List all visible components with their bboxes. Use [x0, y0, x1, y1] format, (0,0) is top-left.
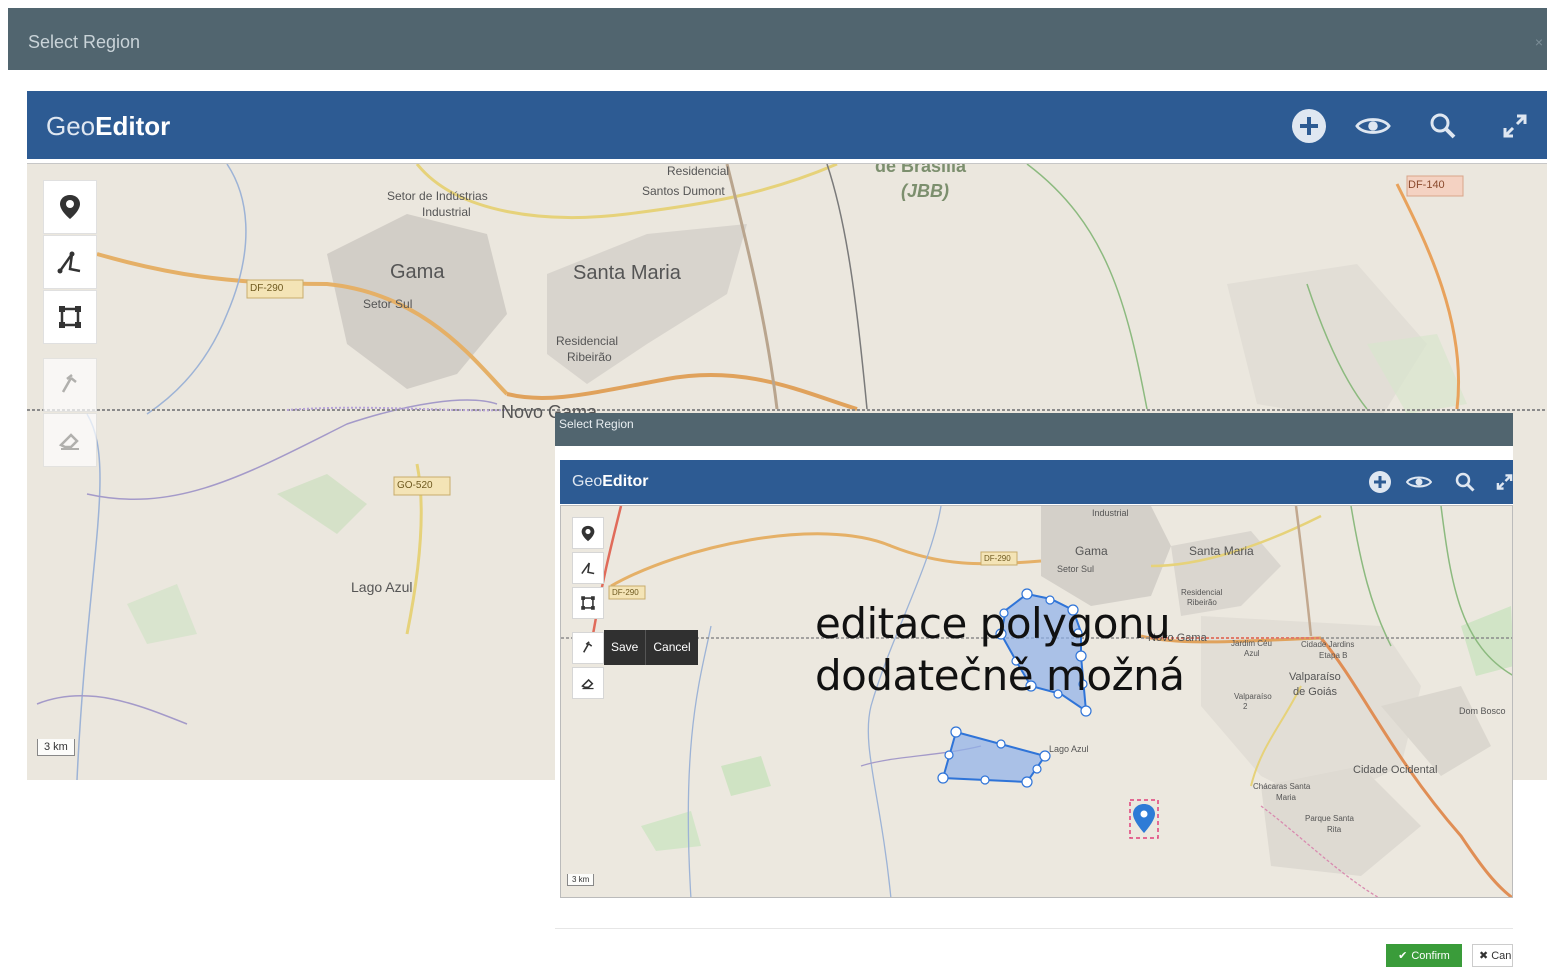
rectangle-icon — [59, 306, 81, 328]
fullscreen-icon[interactable] — [1496, 469, 1513, 495]
polyline-tool-button[interactable] — [43, 235, 97, 289]
map-label-cidade-ocidental: Cidade Ocidental — [1353, 764, 1438, 776]
map-label-rita: Rita — [1327, 825, 1342, 834]
foreground-geoeditor-header: GeoEditor — [560, 460, 1513, 504]
confirm-label: Confirm — [1411, 949, 1450, 962]
annotation-overlay: editace polygonu dodatečně možná — [815, 598, 1185, 702]
footer-divider — [555, 928, 1513, 929]
brand-light: Geo — [572, 473, 603, 490]
foreground-window-title: Select Region — [559, 417, 634, 431]
brand-bold: Editor — [602, 473, 649, 490]
search-icon[interactable] — [1452, 469, 1478, 495]
eye-icon[interactable] — [1406, 469, 1432, 495]
map-label-chacaras: Chácaras Santa — [1253, 782, 1311, 791]
rectangle-tool-button[interactable] — [572, 587, 604, 619]
close-icon: ✖ — [1479, 950, 1489, 962]
map-label-gama: Gama — [1075, 544, 1108, 558]
map-label-setor-sul: Setor Sul — [1057, 564, 1095, 574]
map-label-industrial: Industrial — [422, 205, 471, 219]
foreground-titlebar: Select Region — [555, 413, 1513, 446]
map-label-df290-a: DF-290 — [984, 554, 1011, 563]
map-label-res-santos-1: Residencial — [667, 164, 730, 178]
map-label-etapa-b: Etapa B — [1319, 651, 1348, 660]
foreground-scale-bar: 3 km — [567, 874, 595, 886]
map-label-df140: DF-140 — [1408, 179, 1445, 191]
map-label-valparaiso-2-num: 2 — [1243, 702, 1248, 711]
fullscreen-icon[interactable] — [1497, 108, 1533, 144]
map-label-res-santos-2: Santos Dumont — [642, 184, 725, 198]
edit-icon — [61, 374, 77, 393]
background-scale-bar: 3 km — [37, 739, 75, 756]
brand-light: Geo — [46, 111, 96, 141]
foreground-brand: GeoEditor — [572, 473, 648, 491]
map-label-dom-bosco: Dom Bosco — [1459, 706, 1506, 716]
cancel-button[interactable]: ✖ Can — [1472, 944, 1513, 967]
edit-action-menu: Save Cancel — [604, 630, 698, 665]
cancel-edit-button[interactable]: Cancel — [646, 630, 697, 665]
eye-icon[interactable] — [1355, 108, 1391, 144]
annotation-line-1: editace polygonu — [815, 599, 1171, 648]
polyline-icon — [57, 251, 81, 274]
map-marker-icon — [581, 525, 595, 541]
map-label-df290-b: DF-290 — [612, 588, 639, 597]
background-window-title: Select Region — [28, 32, 141, 52]
map-label-residencial: Residencial — [1181, 588, 1223, 597]
delete-tool-button[interactable] — [572, 667, 604, 699]
map-label-valparaiso: Valparaíso — [1289, 671, 1341, 683]
save-button[interactable]: Save — [604, 630, 647, 665]
check-icon: ✔ — [1398, 950, 1408, 962]
map-label-industrial: Industrial — [1092, 508, 1129, 518]
add-layer-icon[interactable] — [1367, 469, 1393, 495]
map-label-res-ribeirao-1: Residencial — [556, 334, 619, 348]
map-label-cidade-jardins: Cidade Jardins — [1301, 640, 1355, 649]
map-label-lago-azul: Lago Azul — [351, 579, 413, 595]
background-brand: GeoEditor — [46, 111, 170, 142]
map-label-de-brasilia: de Brasília — [875, 163, 967, 176]
background-titlebar: Select Region × — [8, 8, 1547, 70]
map-label-setor-industrias: Setor de Indústrias — [387, 189, 488, 203]
polyline-tool-button[interactable] — [572, 552, 604, 584]
brand-bold: Editor — [95, 111, 171, 141]
map-label-santa-maria: Santa Maria — [573, 262, 681, 284]
map-label-parque-santa: Parque Santa — [1305, 814, 1354, 823]
annotation-line-2: dodatečně možná — [815, 651, 1185, 700]
background-geoeditor-header: GeoEditor — [27, 91, 1547, 159]
confirm-button[interactable]: ✔ Confirm — [1386, 944, 1462, 967]
map-label-santa-maria: Santa Maria — [1189, 544, 1254, 558]
map-label-setor-sul: Setor Sul — [363, 297, 413, 311]
cancel-label: Can — [1491, 949, 1512, 962]
map-label-maria: Maria — [1276, 793, 1297, 802]
eraser-icon — [58, 433, 79, 450]
map-label-df290: DF-290 — [250, 283, 284, 294]
map-label-gama: Gama — [390, 261, 445, 283]
polyline-icon — [581, 562, 595, 575]
map-label-azul: Azul — [1244, 649, 1260, 658]
foreground-map-graphics — [561, 506, 1512, 897]
edit-tool-button[interactable] — [572, 632, 604, 664]
map-label-res-ribeirao-2: Ribeirão — [567, 350, 612, 364]
rectangle-icon — [581, 596, 595, 610]
marker-tool-button[interactable] — [572, 517, 604, 549]
eraser-icon — [581, 678, 594, 690]
map-label-ribeirao: Ribeirão — [1187, 598, 1217, 607]
map-label-go520: GO-520 — [397, 480, 433, 491]
edit-icon — [583, 641, 593, 653]
map-marker-icon — [60, 195, 80, 219]
add-layer-icon[interactable] — [1291, 108, 1327, 144]
map-label-jbb: (JBB) — [901, 181, 949, 201]
delete-tool-button[interactable] — [43, 413, 97, 467]
map-label-de-goias: de Goiás — [1293, 686, 1338, 698]
map-label-valparaiso-2: Valparaíso — [1234, 692, 1272, 701]
map-label-lago-azul: Lago Azul — [1049, 744, 1089, 754]
background-close-icon[interactable]: × — [1535, 34, 1543, 50]
map-label-jardim-ceu: Jardim Céu — [1231, 639, 1272, 648]
rectangle-tool-button[interactable] — [43, 290, 97, 344]
search-icon[interactable] — [1425, 108, 1461, 144]
marker-tool-button[interactable] — [43, 180, 97, 234]
edit-tool-button[interactable] — [43, 358, 97, 412]
